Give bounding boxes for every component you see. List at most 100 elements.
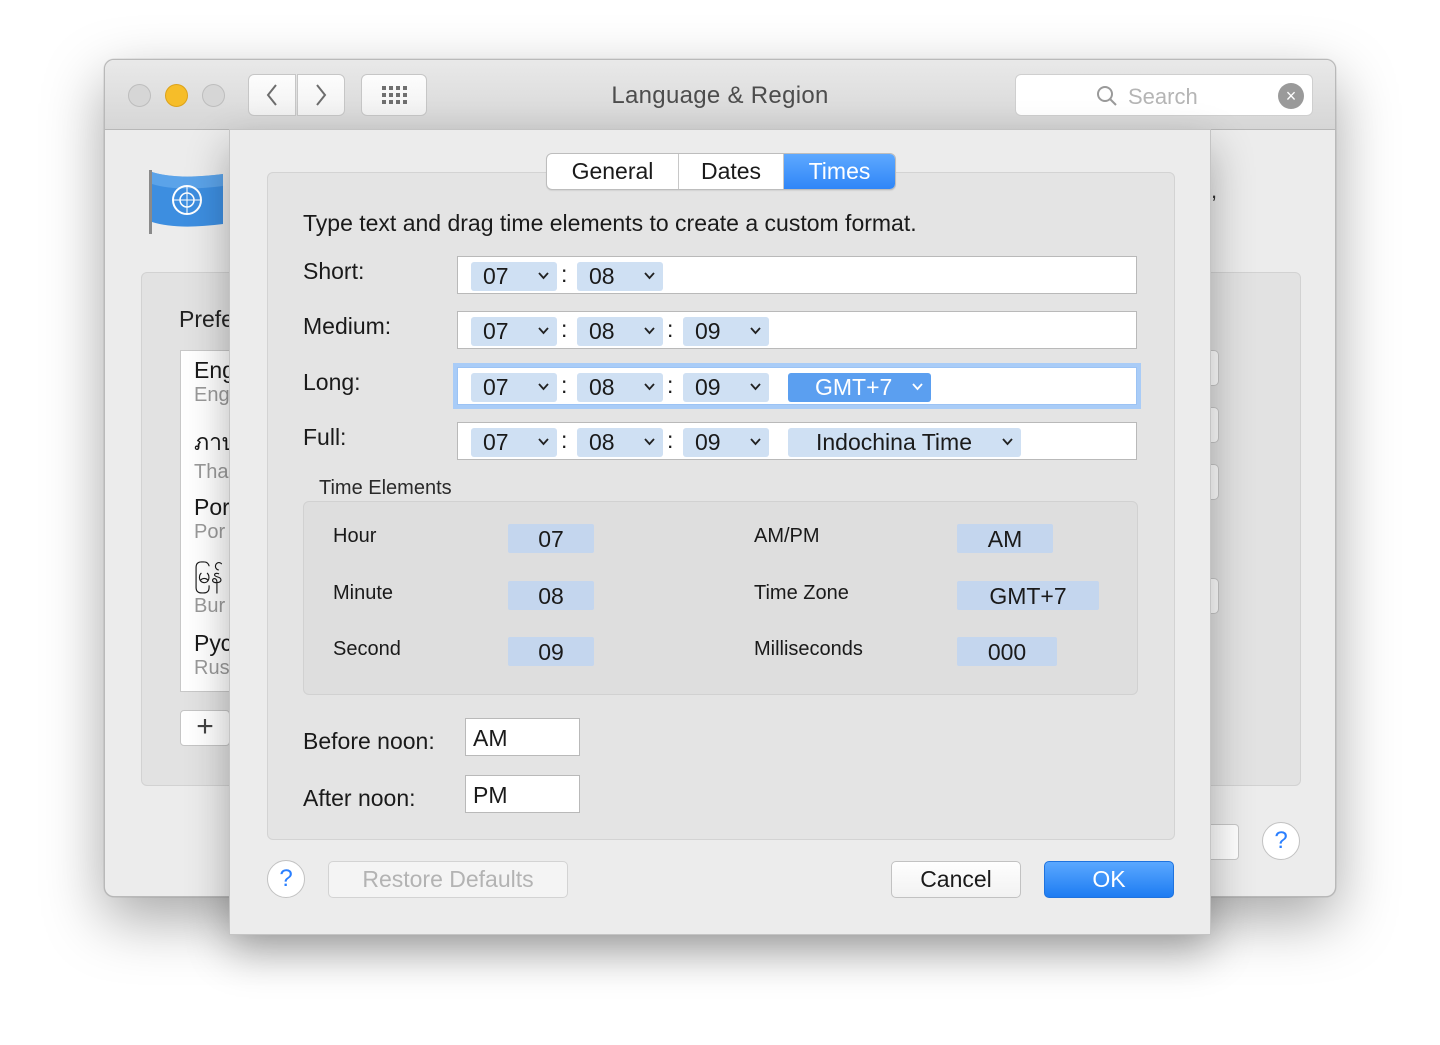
- time-separator: :: [667, 316, 674, 342]
- help-button[interactable]: ?: [267, 860, 305, 898]
- milliseconds-element-label: Milliseconds: [754, 638, 863, 660]
- language-subtitle: Por: [194, 521, 226, 543]
- long-format-label: Long:: [303, 369, 361, 395]
- background-text: ,: [1211, 178, 1218, 203]
- second-token[interactable]: 09: [683, 428, 769, 457]
- chevron-down-icon: [644, 383, 655, 391]
- ok-button[interactable]: OK: [1044, 861, 1174, 898]
- chevron-down-icon: [644, 327, 655, 335]
- restore-defaults-button[interactable]: Restore Defaults: [328, 861, 568, 898]
- short-format-field[interactable]: 07 : 08: [457, 256, 1137, 294]
- after-noon-input[interactable]: PM: [465, 775, 580, 813]
- ampm-element-chip[interactable]: AM: [957, 524, 1053, 553]
- full-format-field[interactable]: 07 : 08 : 09 Indochina Time: [457, 422, 1137, 460]
- minute-token[interactable]: 08: [577, 317, 663, 346]
- background-help-button[interactable]: ?: [1262, 822, 1300, 860]
- list-item[interactable]: မြန် Bur: [194, 561, 225, 618]
- time-separator: :: [561, 261, 568, 287]
- milliseconds-element-chip[interactable]: 000: [957, 637, 1057, 666]
- instruction-text: Type text and drag time elements to crea…: [303, 210, 917, 236]
- full-format-label: Full:: [303, 424, 347, 450]
- token-value: 09: [695, 429, 721, 455]
- token-value: Indochina Time: [816, 429, 972, 455]
- clear-search-icon[interactable]: ×: [1278, 83, 1304, 109]
- timezone-element-chip[interactable]: GMT+7: [957, 581, 1099, 610]
- timezone-token-selected[interactable]: GMT+7: [788, 373, 931, 402]
- short-format-label: Short:: [303, 258, 365, 284]
- time-elements-panel: Hour 07 Minute 08 Second 09 AM/PM AM Tim…: [303, 501, 1138, 695]
- chevron-down-icon: [538, 438, 549, 446]
- minute-token[interactable]: 08: [577, 373, 663, 402]
- second-token[interactable]: 09: [683, 317, 769, 346]
- cancel-button[interactable]: Cancel: [891, 861, 1021, 898]
- minute-element-label: Minute: [333, 582, 394, 604]
- language-name: မြန်: [194, 562, 223, 588]
- hour-token[interactable]: 07: [471, 262, 557, 291]
- tab-times[interactable]: Times: [783, 154, 895, 189]
- chevron-down-icon: [1002, 438, 1013, 446]
- time-elements-label: Time Elements: [319, 477, 452, 499]
- long-format-field[interactable]: 07 : 08 : 09 GMT+7: [457, 367, 1137, 405]
- search-icon: [1097, 86, 1117, 106]
- token-value: 08: [589, 374, 615, 400]
- medium-format-field[interactable]: 07 : 08 : 09: [457, 311, 1137, 349]
- hour-token[interactable]: 07: [471, 317, 557, 346]
- search-field[interactable]: Search ×: [1015, 74, 1313, 116]
- tab-bar: General Dates Times: [546, 153, 896, 190]
- minute-token[interactable]: 08: [577, 262, 663, 291]
- chevron-down-icon: [750, 327, 761, 335]
- chevron-down-icon: [912, 383, 923, 391]
- token-value: 07: [483, 374, 509, 400]
- language-subtitle: Rus: [194, 657, 230, 679]
- chevron-down-icon: [538, 383, 549, 391]
- tab-dates[interactable]: Dates: [678, 154, 783, 189]
- un-flag-icon: [149, 170, 223, 234]
- chevron-down-icon: [644, 438, 655, 446]
- medium-format-label: Medium:: [303, 313, 392, 339]
- second-element-label: Second: [333, 638, 401, 660]
- tab-general[interactable]: General: [547, 154, 678, 189]
- list-item[interactable]: Por Por: [194, 494, 230, 544]
- after-noon-label: After noon:: [303, 785, 416, 811]
- second-element-chip[interactable]: 09: [508, 637, 594, 666]
- token-value: 09: [695, 318, 721, 344]
- chevron-down-icon: [538, 327, 549, 335]
- language-subtitle: Bur: [194, 595, 226, 617]
- timezone-element-label: Time Zone: [754, 582, 849, 604]
- chevron-down-icon: [538, 272, 549, 280]
- preferred-languages-label: Prefe: [179, 306, 234, 332]
- minute-token[interactable]: 08: [577, 428, 663, 457]
- token-value: 08: [589, 318, 615, 344]
- minute-element-chip[interactable]: 08: [508, 581, 594, 610]
- chevron-down-icon: [644, 272, 655, 280]
- title-bar: Language & Region Search ×: [105, 60, 1335, 130]
- times-format-sheet: General Dates Times Type text and drag t…: [229, 129, 1211, 935]
- hour-token[interactable]: 07: [471, 373, 557, 402]
- token-value: 09: [695, 374, 721, 400]
- language-name: Рус: [194, 630, 233, 656]
- time-separator: :: [667, 427, 674, 453]
- token-value: 07: [483, 429, 509, 455]
- hour-element-chip[interactable]: 07: [508, 524, 594, 553]
- hour-element-label: Hour: [333, 525, 377, 547]
- second-token[interactable]: 09: [683, 373, 769, 402]
- time-separator: :: [667, 372, 674, 398]
- time-separator: :: [561, 427, 568, 453]
- language-name: Por: [194, 494, 230, 520]
- ampm-element-label: AM/PM: [754, 525, 820, 547]
- time-separator: :: [561, 372, 568, 398]
- token-value: 08: [589, 263, 615, 289]
- before-noon-label: Before noon:: [303, 728, 435, 754]
- chevron-down-icon: [750, 383, 761, 391]
- list-item[interactable]: Рус Rus: [194, 630, 232, 680]
- search-placeholder: Search: [1128, 84, 1198, 109]
- time-separator: :: [561, 316, 568, 342]
- timezone-token[interactable]: Indochina Time: [788, 428, 1021, 457]
- before-noon-input[interactable]: AM: [465, 718, 580, 756]
- add-language-button[interactable]: +: [180, 710, 230, 746]
- token-value: 08: [589, 429, 615, 455]
- chevron-down-icon: [750, 438, 761, 446]
- token-value: GMT+7: [815, 374, 893, 400]
- hour-token[interactable]: 07: [471, 428, 557, 457]
- token-value: 07: [483, 263, 509, 289]
